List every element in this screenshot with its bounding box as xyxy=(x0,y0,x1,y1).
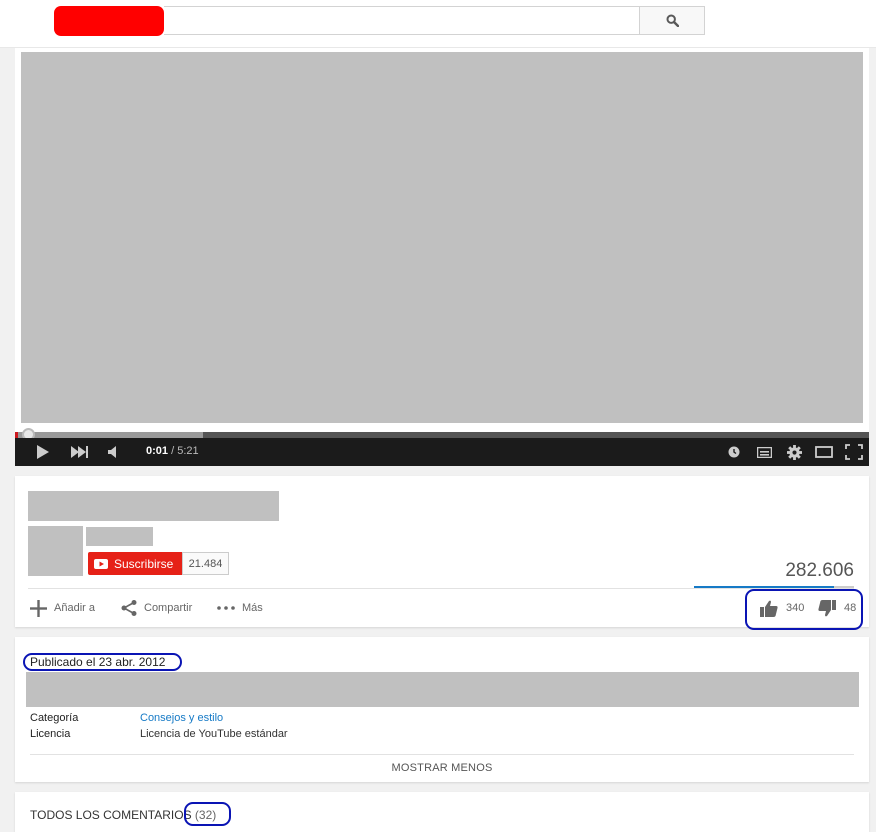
subtitles-button[interactable] xyxy=(755,444,773,460)
share-label: Compartir xyxy=(144,602,193,614)
player-controls: 0:01 / 5:21 xyxy=(15,438,869,466)
subscriber-count: 21.484 xyxy=(182,552,229,575)
subtitles-icon xyxy=(756,446,772,458)
time-total: 5:21 xyxy=(177,445,199,457)
video-title-redacted xyxy=(28,491,279,521)
watch-later-button[interactable] xyxy=(726,444,742,460)
fullscreen-icon xyxy=(845,444,863,460)
comments-title: TODOS LOS COMENTARIOS xyxy=(30,808,192,822)
rating-highlight-annotation xyxy=(745,589,863,630)
category-label: Categoría xyxy=(30,712,79,724)
channel-name-redacted[interactable] xyxy=(86,527,153,546)
settings-icon xyxy=(786,444,802,460)
masthead xyxy=(0,0,876,48)
time-current: 0:01 xyxy=(146,445,169,457)
play-icon xyxy=(37,445,49,459)
channel-avatar-redacted[interactable] xyxy=(28,526,83,576)
add-to-label: Añadir a xyxy=(54,602,95,614)
add-to-button[interactable]: Añadir a xyxy=(30,598,95,618)
video-info-card: Suscribirse 21.484 282.606 Añadir a Comp… xyxy=(15,476,869,627)
fullscreen-button[interactable] xyxy=(844,444,864,460)
comments-card: TODOS LOS COMENTARIOS (32) xyxy=(15,792,869,832)
theater-mode-icon xyxy=(815,446,833,458)
subscribe-label: Suscribirse xyxy=(114,556,174,571)
video-content-redacted[interactable] xyxy=(21,52,863,423)
time-separator: / xyxy=(168,445,178,457)
settings-button[interactable] xyxy=(785,444,803,460)
show-less-button[interactable]: MOSTRAR MENOS xyxy=(15,762,869,774)
view-count: 282.606 xyxy=(785,560,854,581)
search-input[interactable] xyxy=(164,6,640,35)
more-icon xyxy=(217,606,235,610)
share-button[interactable]: Compartir xyxy=(121,598,192,618)
search-icon xyxy=(665,14,679,27)
divider xyxy=(28,588,854,589)
time-display: 0:01 / 5:21 xyxy=(146,445,199,457)
license-label: Licencia xyxy=(30,728,71,740)
video-frame[interactable] xyxy=(15,48,869,432)
next-button[interactable] xyxy=(70,444,90,460)
subscribe-button[interactable]: Suscribirse xyxy=(88,552,182,575)
comment-count-highlight-annotation xyxy=(184,802,231,826)
video-player[interactable]: 0:01 / 5:21 xyxy=(15,48,869,466)
volume-icon xyxy=(108,446,116,458)
description-text-redacted xyxy=(26,672,859,707)
license-value: Licencia de YouTube estándar xyxy=(140,728,288,740)
search-button[interactable] xyxy=(639,6,705,35)
plus-icon xyxy=(30,599,47,617)
more-label: Más xyxy=(242,602,263,614)
play-button[interactable] xyxy=(35,444,51,460)
more-button[interactable]: Más xyxy=(217,598,263,618)
watch-later-icon xyxy=(728,446,740,458)
category-link[interactable]: Consejos y estilo xyxy=(140,712,223,724)
divider xyxy=(30,754,854,755)
mute-button[interactable] xyxy=(106,444,122,460)
publish-date-highlight-annotation xyxy=(23,653,182,671)
next-icon xyxy=(71,446,88,458)
share-icon xyxy=(121,600,137,616)
youtube-play-icon xyxy=(94,558,108,569)
logo-redacted[interactable] xyxy=(54,6,164,36)
theater-mode-button[interactable] xyxy=(814,444,834,460)
